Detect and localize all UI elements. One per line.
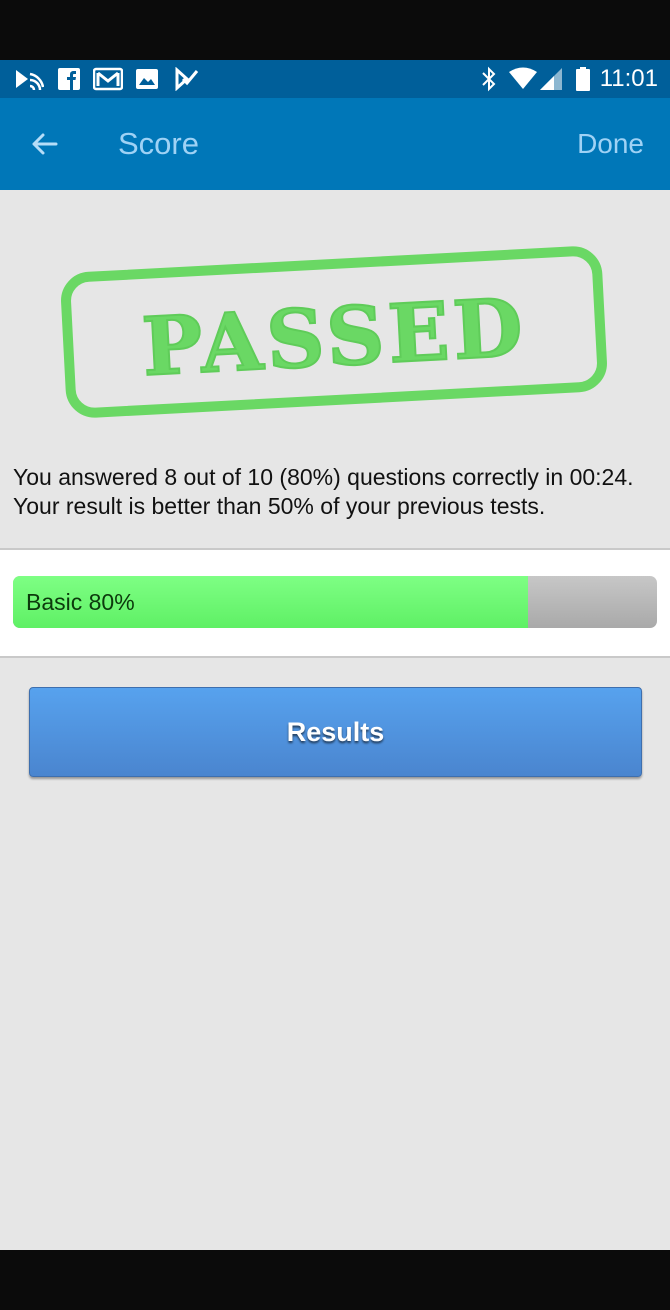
main-content: PASSED You answered 8 out of 10 (80%) qu… [0, 190, 670, 1250]
progress-panel: Basic 80% [0, 548, 670, 658]
results-button-label: Results [286, 716, 385, 747]
cast-icon [14, 66, 44, 92]
page-title: Score [118, 126, 199, 161]
progress-label: Basic 80% [26, 589, 135, 615]
bottom-black-bar [0, 1250, 670, 1310]
bluetooth-icon [480, 66, 498, 92]
check-app-icon [174, 66, 200, 92]
done-button[interactable]: Done [577, 128, 644, 160]
wifi-icon [508, 66, 538, 92]
status-time: 11:01 [599, 65, 658, 92]
results-button[interactable]: Results [29, 687, 642, 777]
top-black-bar [0, 0, 670, 60]
back-button[interactable] [26, 124, 66, 164]
score-progress-bar: Basic 80% [13, 576, 657, 628]
stamp-text: PASSED [140, 280, 529, 394]
gmail-icon [93, 66, 123, 92]
battery-icon [575, 66, 591, 92]
status-bar: 11:01 [0, 60, 670, 98]
facebook-icon [57, 66, 81, 92]
signal-icon [539, 66, 563, 92]
image-icon [135, 66, 159, 92]
result-summary: You answered 8 out of 10 (80%) questions… [13, 464, 634, 519]
arrow-left-icon [32, 133, 58, 155]
passed-stamp: PASSED [61, 246, 607, 418]
app-bar: Score Done [0, 98, 670, 190]
